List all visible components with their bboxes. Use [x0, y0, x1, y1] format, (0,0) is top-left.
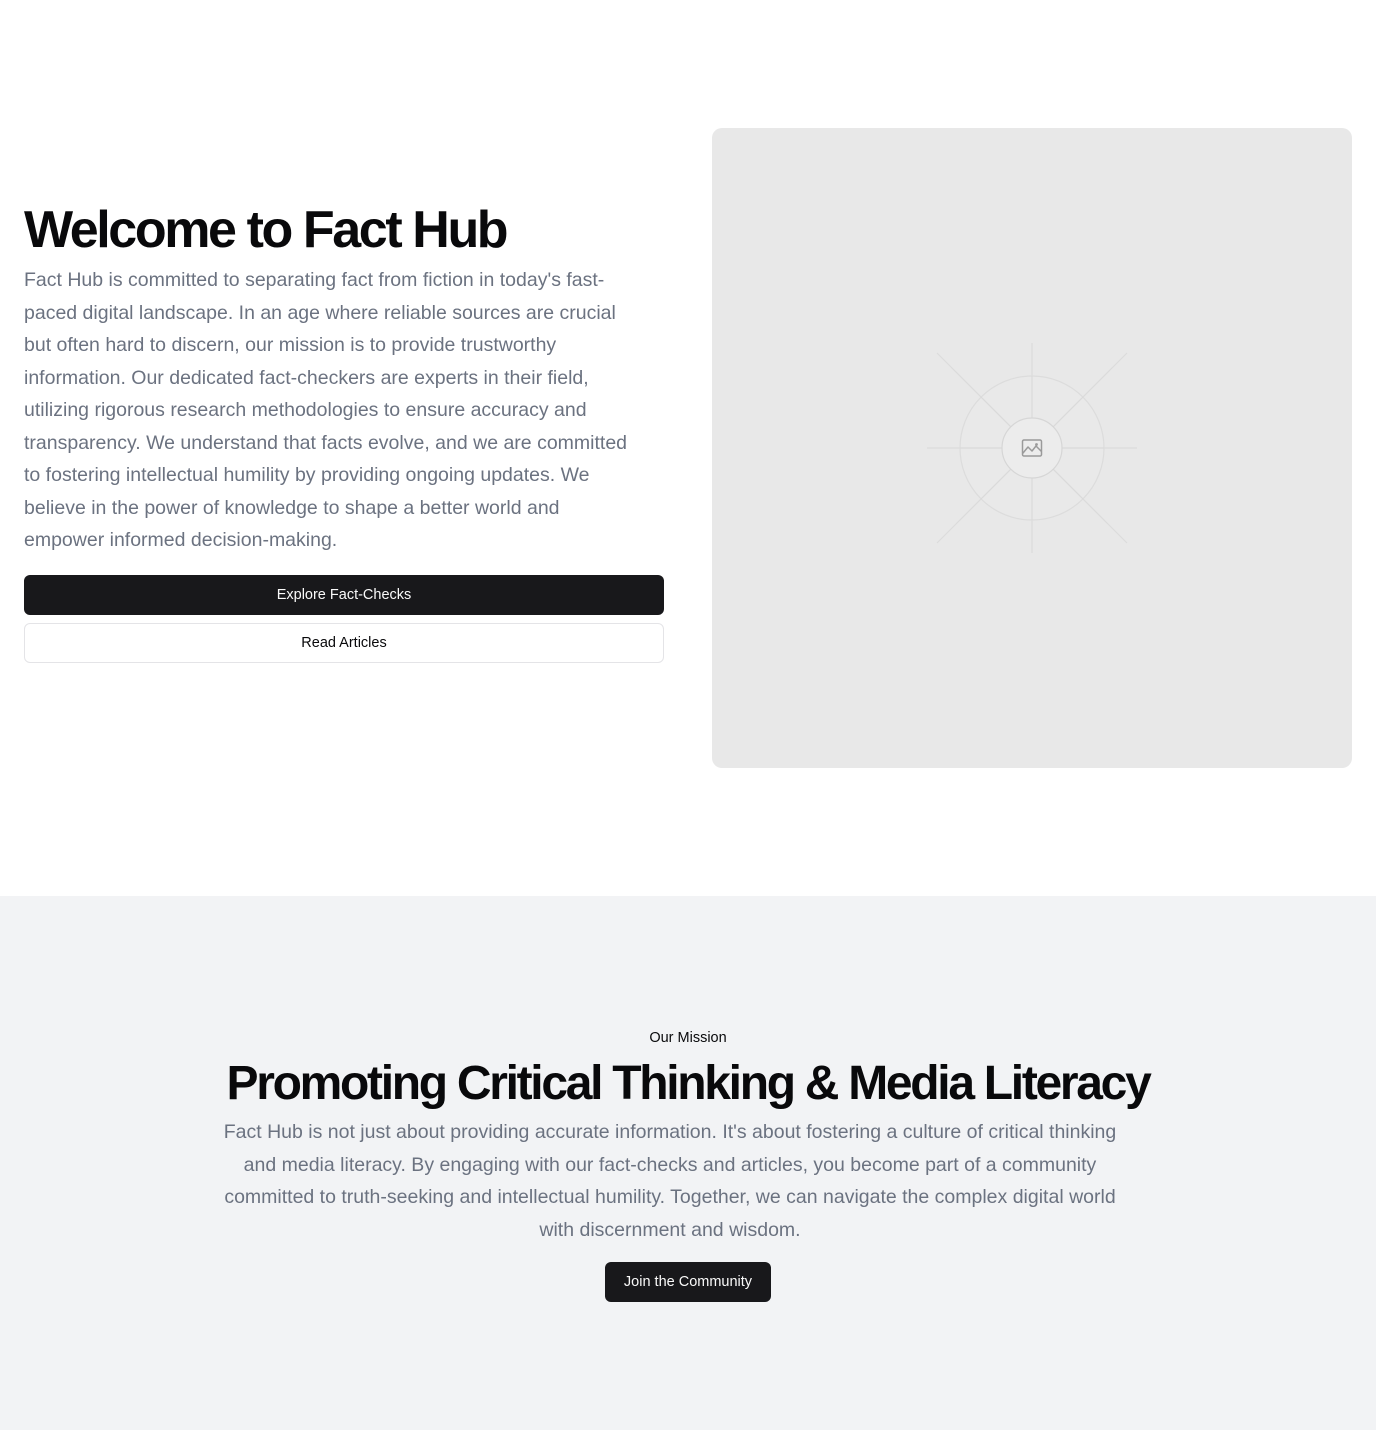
read-articles-button[interactable]: Read Articles — [24, 622, 664, 663]
mission-title: Promoting Critical Thinking & Media Lite… — [226, 1057, 1152, 1110]
hero-content: Welcome to Fact Hub Fact Hub is committe… — [24, 200, 664, 663]
join-community-button[interactable]: Join the Community — [605, 1262, 771, 1302]
hero-image-placeholder — [712, 128, 1352, 768]
hero-description: Fact Hub is committed to separating fact… — [24, 269, 628, 551]
explore-fact-checks-button[interactable]: Explore Fact-Checks — [24, 574, 664, 615]
image-placeholder-icon — [927, 343, 1137, 553]
mission-description: Fact Hub is not just about providing acc… — [223, 1121, 1117, 1241]
mission-section: Our Mission Promoting Critical Thinking … — [0, 896, 1376, 1430]
mission-eyebrow: Our Mission — [649, 1030, 727, 1046]
hero-title: Welcome to Fact Hub — [24, 201, 509, 259]
hero-section: Welcome to Fact Hub Fact Hub is committe… — [0, 0, 1376, 896]
